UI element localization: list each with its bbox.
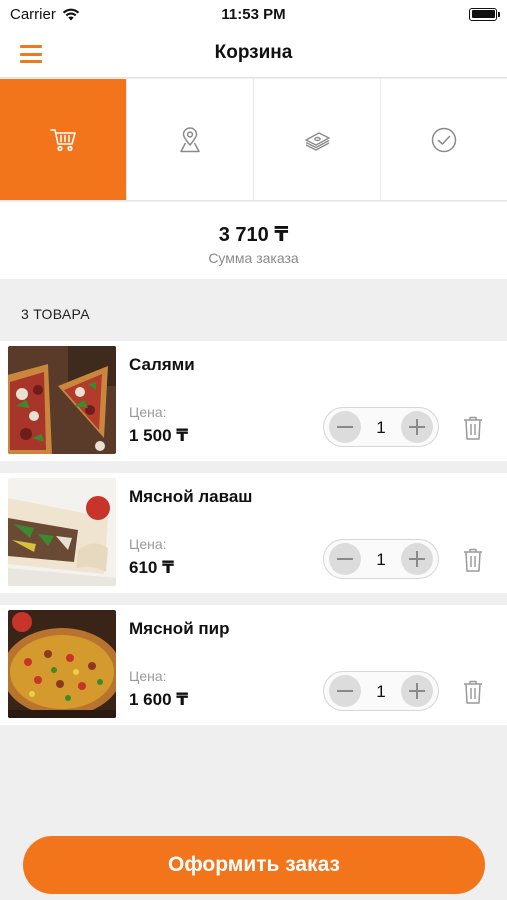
item-price: 1 600 ₸ — [129, 690, 189, 709]
increase-button[interactable] — [401, 411, 433, 443]
item-image — [8, 478, 116, 586]
status-bar: Carrier 11:53 PM — [0, 0, 507, 28]
meat-feast-pizza-photo — [8, 610, 116, 718]
pizza-salami-photo — [8, 346, 116, 454]
cart-icon — [50, 128, 76, 151]
step-address[interactable] — [127, 79, 254, 200]
price-label: Цена: — [129, 668, 167, 684]
nav-bar: Корзина — [0, 28, 507, 78]
hamburger-icon-line — [20, 45, 42, 48]
wifi-icon — [62, 8, 80, 20]
check-circle-icon — [431, 127, 457, 152]
cash-icon — [305, 131, 330, 151]
step-confirm[interactable] — [381, 79, 507, 200]
checkout-steps — [0, 79, 507, 201]
item-price: 1 500 ₸ — [129, 426, 189, 445]
increase-button[interactable] — [401, 543, 433, 575]
cart-item: Салями Цена: 1 500 ₸ 1 — [0, 341, 507, 461]
hamburger-icon-line — [20, 52, 42, 56]
quantity-stepper: 1 — [323, 407, 439, 447]
decrease-button[interactable] — [329, 411, 361, 443]
step-cart[interactable] — [0, 79, 127, 200]
hamburger-icon-line — [20, 60, 42, 63]
cart-item: Мясной пир Цена: 1 600 ₸ 1 — [0, 605, 507, 725]
menu-button[interactable] — [20, 42, 60, 66]
meat-lavash-photo — [8, 478, 116, 586]
order-total-label: Сумма заказа — [208, 250, 299, 266]
map-pin-icon — [180, 126, 200, 152]
quantity-stepper: 1 — [323, 539, 439, 579]
carrier-label: Carrier — [10, 5, 56, 23]
item-image — [8, 346, 116, 454]
item-name: Мясной пир — [129, 619, 230, 638]
trash-icon[interactable] — [461, 547, 485, 573]
page-title: Корзина — [214, 41, 293, 63]
items-count: 3 ТОВАРА — [21, 306, 90, 322]
item-image — [8, 610, 116, 718]
status-left: Carrier — [10, 6, 80, 23]
battery-icon — [469, 7, 500, 21]
order-total: 3 710 ₸ — [218, 224, 289, 246]
quantity-stepper: 1 — [323, 671, 439, 711]
trash-icon[interactable] — [461, 415, 485, 441]
checkout-button[interactable]: Оформить заказ — [23, 836, 485, 894]
price-label: Цена: — [129, 536, 167, 552]
order-summary: 3 710 ₸ Сумма заказа — [0, 202, 507, 279]
cart-item: Мясной лаваш Цена: 610 ₸ 1 — [0, 473, 507, 593]
price-label: Цена: — [129, 404, 167, 420]
decrease-button[interactable] — [329, 675, 361, 707]
item-price: 610 ₸ — [129, 558, 174, 577]
step-payment[interactable] — [254, 79, 381, 200]
item-name: Мясной лаваш — [129, 487, 253, 506]
increase-button[interactable] — [401, 675, 433, 707]
trash-icon[interactable] — [461, 679, 485, 705]
decrease-button[interactable] — [329, 543, 361, 575]
item-name: Салями — [129, 355, 195, 374]
